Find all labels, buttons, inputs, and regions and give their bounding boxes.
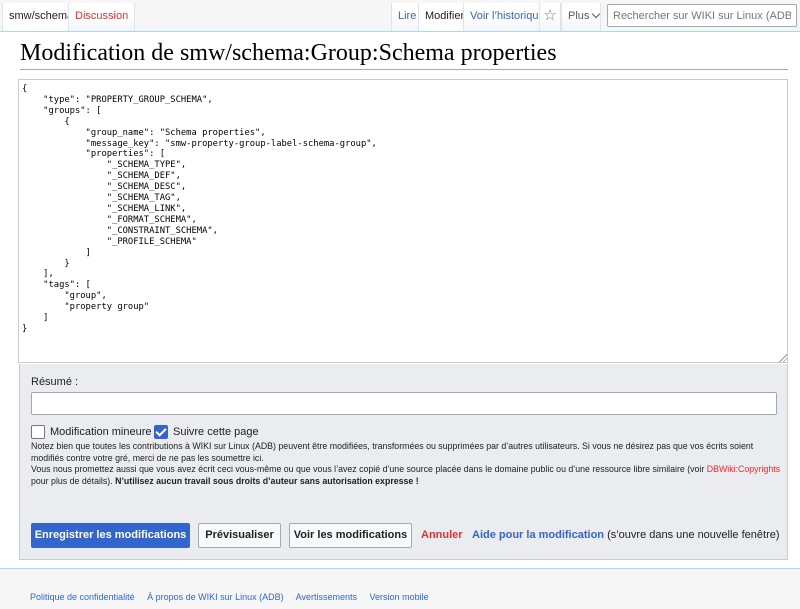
footer-links: Politique de confidentialité À propos de…: [30, 592, 439, 602]
notice-warning: N’utilisez aucun travail sous droits d’a…: [115, 475, 419, 486]
footer-mobile-link[interactable]: Version mobile: [370, 592, 429, 602]
minor-edit-label: Modification mineure: [50, 426, 152, 438]
more-label: Plus: [568, 10, 590, 22]
chevron-down-icon: [592, 9, 601, 19]
watch-page-checkbox[interactable]: [154, 425, 168, 439]
tab-discussion[interactable]: Discussion: [68, 3, 136, 31]
show-changes-button[interactable]: Voir les modifications: [289, 523, 412, 548]
source-editor[interactable]: { "type": "PROPERTY_GROUP_SCHEMA", "grou…: [18, 79, 788, 363]
search-input[interactable]: [607, 4, 797, 27]
edit-options: Résumé : Modification mineure Suivre cet…: [19, 364, 788, 560]
copyrights-link[interactable]: DBWiki:Copyrights: [707, 464, 780, 474]
title-divider: [20, 69, 788, 70]
cancel-link[interactable]: Annuler: [421, 529, 463, 541]
notice-paragraph-2: Vous nous promettez aussi que vous avez …: [31, 464, 781, 487]
more-menu[interactable]: Plus: [561, 3, 601, 31]
resize-grip-icon[interactable]: [778, 353, 787, 362]
edit-help: Aide pour la modification (s’ouvre dans …: [472, 529, 780, 541]
summary-label: Résumé :: [31, 376, 79, 388]
save-button[interactable]: Enregistrer les modifications: [31, 523, 190, 548]
watch-page-label: Suivre cette page: [173, 426, 259, 438]
watch-star-icon[interactable]: ☆: [539, 3, 561, 31]
page-title: Modification de smw/schema:Group:Schema …: [20, 40, 557, 66]
notice-paragraph-1: Notez bien que toutes les contributions …: [31, 441, 754, 463]
footer-about-link[interactable]: À propos de WIKI sur Linux (ADB): [147, 592, 284, 602]
page-content: Modification de smw/schema:Group:Schema …: [0, 31, 800, 569]
footer-privacy-link[interactable]: Politique de confidentialité: [30, 592, 135, 602]
summary-input[interactable]: [31, 392, 777, 415]
preview-button[interactable]: Prévisualiser: [198, 523, 281, 548]
edit-help-link[interactable]: Aide pour la modification: [472, 529, 604, 541]
footer-disclaimers-link[interactable]: Avertissements: [296, 592, 357, 602]
edit-help-note: (s’ouvre dans une nouvelle fenêtre): [604, 529, 780, 541]
copyright-notice: Notez bien que toutes les contributions …: [31, 441, 781, 487]
notice-text-a: Vous nous promettez aussi que vous avez …: [31, 464, 707, 475]
top-navigation: smw/schema Discussion Lire Modifier Voir…: [0, 0, 800, 31]
minor-edit-checkbox[interactable]: [31, 425, 45, 439]
notice-text-b: pour plus de détails).: [31, 475, 116, 486]
